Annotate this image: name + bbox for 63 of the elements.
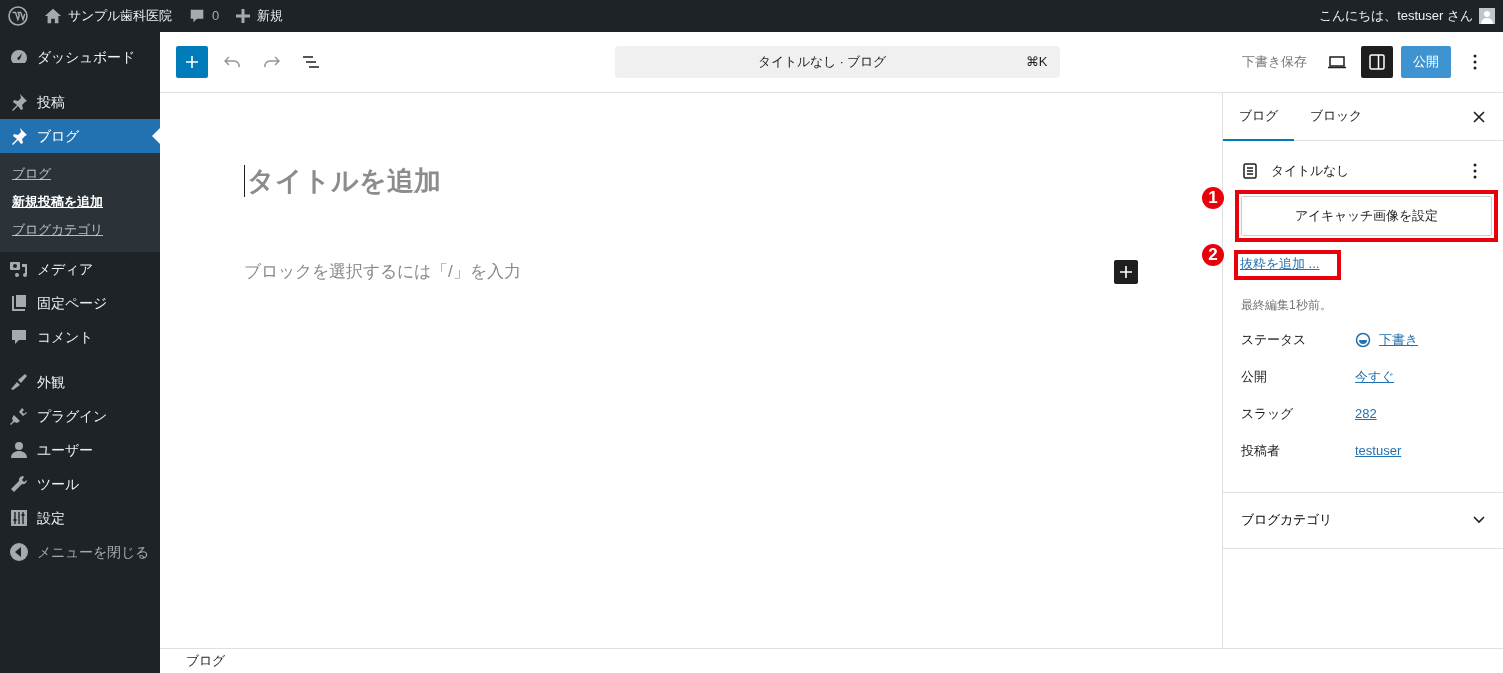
comment-icon <box>188 7 206 25</box>
draft-status-icon <box>1355 331 1371 348</box>
avatar-icon <box>1479 8 1495 24</box>
plus-icon <box>1119 265 1133 280</box>
panel-tab[interactable]: ブロック <box>1294 92 1378 141</box>
block-placeholder[interactable]: ブロックを選択するには「/」を入力 <box>244 259 521 285</box>
site-name-link[interactable]: サンプル歯科医院 <box>36 0 180 32</box>
wrench-icon <box>9 474 29 494</box>
document-title: タイトルなし <box>1271 162 1349 181</box>
menu-item[interactable]: 外観 <box>0 365 160 399</box>
account-link[interactable]: こんにちは、testuser さん <box>1311 0 1503 32</box>
plus-icon <box>184 54 200 70</box>
field-label: スラッグ <box>1241 404 1294 423</box>
plus-icon <box>235 8 252 24</box>
field-value-link[interactable]: testuser <box>1355 440 1402 461</box>
menu-item[interactable]: メディア <box>0 252 160 286</box>
close-icon <box>1473 110 1485 123</box>
menu-item[interactable]: プラグイン <box>0 399 160 433</box>
field-label: ステータス <box>1241 330 1307 349</box>
block-inserter-button[interactable] <box>176 46 208 78</box>
new-link[interactable]: 新規 <box>227 0 292 32</box>
sidebar-icon <box>1367 52 1387 72</box>
collapse-icon <box>9 542 29 562</box>
panel-tab[interactable]: ブログ <box>1223 92 1294 141</box>
submenu-item[interactable]: ブログカテゴリ <box>0 216 160 244</box>
submenu-item[interactable]: 新規投稿を追加 <box>0 188 160 216</box>
menu-item[interactable]: ツール <box>0 467 160 501</box>
menu-item[interactable]: 固定ページ <box>0 286 160 320</box>
annotation-number: 2 <box>1202 244 1224 266</box>
last-edited-text: 最終編集1秒前。 <box>1241 296 1333 314</box>
menu-item[interactable]: 投稿 <box>0 85 160 119</box>
breadcrumb-link[interactable]: ブログ <box>186 651 225 671</box>
field-value-link[interactable]: 282 <box>1355 403 1377 424</box>
document-icon <box>1241 162 1259 180</box>
pages-icon <box>9 293 29 313</box>
kebab-icon <box>1473 163 1477 179</box>
menu-item[interactable]: ダッシュボード <box>0 40 160 74</box>
brush-icon <box>9 372 29 392</box>
submenu-item[interactable]: ブログ <box>0 160 160 188</box>
save-draft-button[interactable]: 下書き保存 <box>1236 46 1313 78</box>
user-icon <box>9 440 29 460</box>
kebab-icon <box>1473 54 1477 70</box>
menu-item[interactable]: メニューを閉じる <box>0 535 160 569</box>
menu-item[interactable]: 設定 <box>0 501 160 535</box>
sliders-icon <box>9 508 29 528</box>
media-icon <box>9 259 29 279</box>
comment-icon <box>9 327 29 347</box>
plug-icon <box>9 406 29 426</box>
chevron-down-icon <box>1473 516 1485 524</box>
excerpt-link[interactable]: 抜粋を追加 ... <box>1240 256 1320 271</box>
menu-item[interactable]: ブログ <box>0 119 160 153</box>
add-block-button[interactable] <box>1114 260 1138 285</box>
field-label: 公開 <box>1241 367 1268 386</box>
comments-link[interactable]: 0 <box>180 0 228 32</box>
menu-item[interactable]: ユーザー <box>0 433 160 467</box>
annotation-number: 1 <box>1202 187 1224 209</box>
logo-icon <box>8 6 28 26</box>
featured-image-button[interactable]: アイキャッチ画像を設定 <box>1241 196 1492 236</box>
home-icon <box>44 7 62 25</box>
settings-button[interactable] <box>1361 46 1393 78</box>
menu-item[interactable]: コメント <box>0 320 160 354</box>
command-bar[interactable]: タイトルなし · ブログ ⌘K <box>614 46 1060 78</box>
field-label: 投稿者 <box>1241 441 1281 460</box>
